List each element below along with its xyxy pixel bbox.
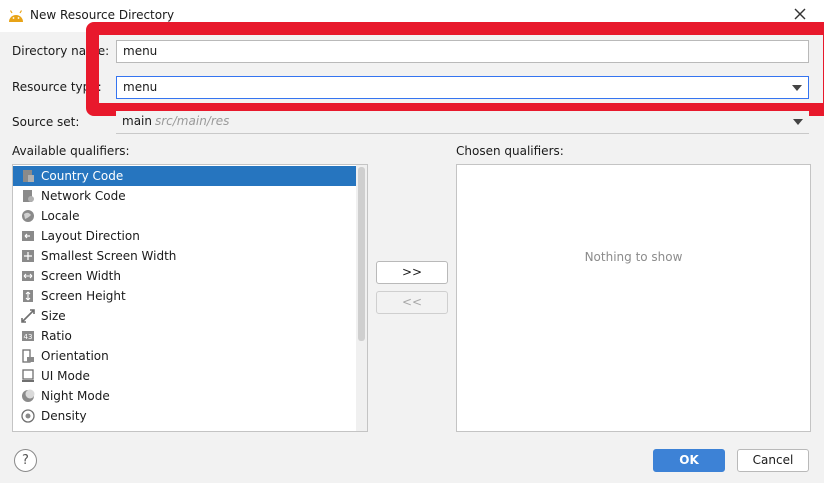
chevron-down-icon [792, 85, 802, 91]
screen-width-icon [22, 271, 34, 281]
ratio-icon: 43 [22, 331, 34, 341]
source-set-value: main [122, 114, 152, 128]
chevron-down-icon [793, 119, 803, 125]
layout-direction-icon [22, 231, 34, 241]
network-code-icon [23, 190, 34, 202]
qualifier-label: Smallest Screen Width [41, 249, 177, 263]
resource-type-label: Resource type: [12, 80, 102, 94]
qualifier-label: Locale [41, 209, 80, 223]
qualifier-item[interactable]: Orientation [13, 346, 356, 366]
close-icon[interactable] [791, 5, 809, 23]
qualifier-item[interactable]: Locale [13, 206, 356, 226]
highlight-annotation-box [86, 22, 824, 116]
title-bar: New Resource Directory [0, 0, 824, 32]
android-icon [9, 10, 23, 22]
qualifier-label: Density [41, 409, 87, 423]
help-button[interactable]: ? [14, 449, 37, 472]
scrollbar-thumb[interactable] [358, 167, 365, 341]
qualifier-item[interactable]: Night Mode [13, 386, 356, 406]
qualifier-item[interactable]: Screen Height [13, 286, 356, 306]
resource-type-value: menu [123, 80, 158, 94]
window-title: New Resource Directory [30, 8, 175, 22]
list-scrollbar[interactable] [356, 165, 367, 431]
qualifier-item[interactable]: Country Code [13, 166, 356, 186]
screen-height-icon [23, 290, 33, 302]
qualifier-item[interactable]: Density [13, 406, 356, 426]
globe-icon [22, 210, 34, 222]
qualifier-item[interactable]: Smallest Screen Width [13, 246, 356, 266]
directory-name-label: Directory name: [12, 44, 110, 58]
size-icon [21, 309, 35, 323]
source-set-dropdown[interactable]: main src/main/res [116, 111, 809, 134]
directory-name-input[interactable]: menu [116, 40, 809, 63]
resource-type-dropdown[interactable]: menu [116, 76, 809, 99]
qualifier-item[interactable]: UI Mode [13, 366, 356, 386]
qualifier-item[interactable]: Screen Width [13, 266, 356, 286]
chosen-qualifiers-label: Chosen qualifiers: [456, 144, 564, 158]
source-set-label: Source set: [12, 115, 80, 129]
qualifier-item[interactable]: Layout Direction [13, 226, 356, 246]
add-qualifier-button[interactable]: >> [376, 261, 448, 284]
qualifier-label: UI Mode [41, 369, 90, 383]
qualifier-label: Ratio [41, 329, 72, 343]
svg-text:43: 43 [24, 333, 33, 341]
smallest-width-icon [22, 250, 34, 262]
qualifier-item[interactable]: Network Code [13, 186, 356, 206]
chosen-qualifiers-list[interactable]: Nothing to show [456, 164, 811, 432]
night-mode-icon [22, 389, 35, 402]
qualifier-label: Screen Height [41, 289, 126, 303]
qualifier-label: Country Code [41, 169, 124, 183]
empty-state-text: Nothing to show [584, 250, 683, 264]
cancel-button[interactable]: Cancel [737, 449, 809, 472]
ok-button[interactable]: OK [653, 449, 725, 472]
qualifier-label: Layout Direction [41, 229, 140, 243]
available-qualifiers-list[interactable]: Country Code Network Code Locale Layout Dir… [12, 164, 368, 432]
source-set-path: src/main/res [154, 114, 230, 128]
qualifier-label: Night Mode [41, 389, 110, 403]
qualifier-item[interactable]: Size [13, 306, 356, 326]
qualifier-label: Screen Width [41, 269, 121, 283]
density-icon [21, 409, 35, 423]
available-qualifiers-label: Available qualifiers: [12, 144, 130, 158]
qualifier-label: Size [41, 309, 66, 323]
ui-mode-icon [22, 369, 34, 382]
qualifier-label: Network Code [41, 189, 126, 203]
remove-qualifier-button[interactable]: << [376, 291, 448, 314]
qualifier-item[interactable]: 43 Ratio [13, 326, 356, 346]
orientation-icon [22, 349, 34, 363]
country-code-icon [23, 170, 34, 182]
qualifier-label: Orientation [41, 349, 109, 363]
